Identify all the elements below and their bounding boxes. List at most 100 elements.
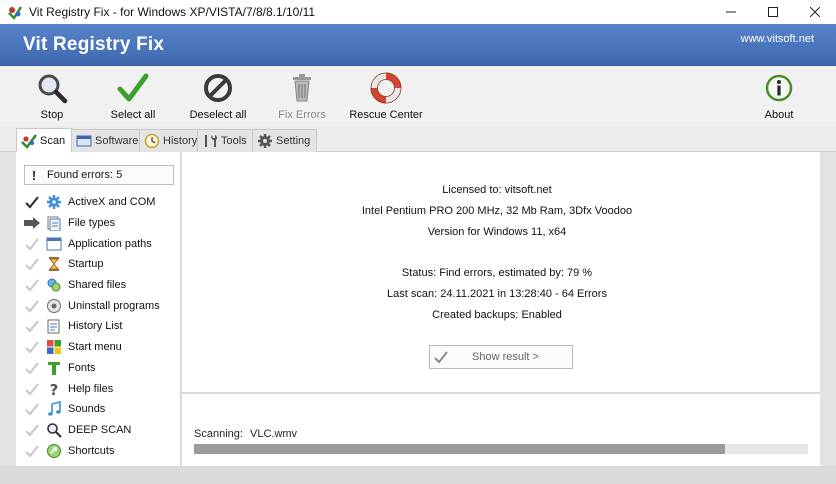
tab-history-label: History — [163, 135, 198, 147]
category-label: Uninstall programs — [68, 299, 160, 312]
deselect-all-label: Deselect all — [189, 109, 247, 121]
category-item[interactable]: Uninstall programs — [24, 295, 181, 316]
backups-text: Created backups: Enabled — [432, 309, 562, 321]
select-all-label: Select all — [110, 109, 156, 121]
category-item[interactable]: Start menu — [24, 337, 181, 358]
tab-history[interactable]: History — [139, 129, 205, 152]
trash-icon — [286, 72, 318, 104]
found-errors-label: Found errors: 5 — [47, 169, 123, 181]
version-text: Version for Windows 11, x64 — [427, 226, 567, 238]
scanning-status: Scanning: VLC.wmv — [194, 428, 297, 440]
category-label: Start menu — [68, 341, 122, 354]
stop-button[interactable]: Stop — [12, 72, 92, 124]
no-entry-icon — [202, 72, 234, 104]
scan-categories-panel: ! Found errors: 5 ActiveX and COM File ty… — [16, 152, 181, 466]
category-label: History List — [68, 320, 123, 333]
uninstall-icon — [46, 298, 62, 314]
category-item[interactable]: Shared files — [24, 275, 181, 296]
checkmark-icon — [24, 402, 40, 416]
checkmark-icon — [24, 319, 40, 334]
tab-bar: Scan Software History Tools Setting — [0, 126, 836, 152]
maximize-button[interactable] — [752, 0, 794, 24]
checkmark-icon — [24, 299, 40, 313]
status-bar — [0, 466, 836, 484]
tab-setting[interactable]: Setting — [252, 129, 318, 152]
category-label: Shared files — [68, 279, 127, 292]
category-label: DEEP SCAN — [68, 423, 132, 436]
minimize-button[interactable] — [710, 0, 752, 24]
tab-tools-label: Tools — [221, 135, 247, 147]
category-item[interactable]: Startup — [24, 254, 181, 275]
checkmark-icon — [24, 382, 40, 396]
progress-bar — [194, 444, 808, 454]
select-all-button[interactable]: Select all — [93, 72, 173, 124]
app-name: Vit Registry Fix — [23, 34, 165, 55]
stop-label: Stop — [40, 109, 64, 121]
category-label: Shortcuts — [68, 444, 115, 457]
info-icon — [763, 72, 795, 104]
toolbar: Stop Select all Deselect all Fix Errors … — [0, 66, 836, 126]
arrow-right-icon — [24, 217, 40, 230]
rescue-center-label: Rescue Center — [349, 109, 423, 121]
rescue-center-button[interactable]: Rescue Center — [346, 72, 426, 124]
gear-icon — [257, 133, 273, 149]
title-bar: Vit Registry Fix - for Windows XP/VISTA/… — [0, 0, 836, 24]
category-item[interactable]: ActiveX and COM — [24, 192, 181, 213]
checkmark-icon — [24, 237, 40, 251]
category-item[interactable]: Sounds — [24, 399, 181, 420]
hardware-text: Intel Pentium PRO 200 MHz, 32 Mb Ram, 3D… — [361, 205, 633, 217]
scanning-file: VLC.wmv — [250, 428, 298, 440]
question-icon: ? — [46, 381, 62, 397]
last-scan-text: Last scan: 24.11.2021 in 13:28:40 - 64 E… — [387, 288, 607, 300]
magnifier-icon — [46, 422, 62, 438]
software-tab-icon — [76, 133, 92, 149]
checkmark-icon — [434, 350, 450, 364]
deselect-all-button[interactable]: Deselect all — [178, 72, 258, 124]
tab-software-label: Software — [95, 135, 139, 147]
window-icon — [46, 236, 62, 252]
checkmark-icon — [24, 340, 40, 354]
show-result-button[interactable]: Show result > — [429, 345, 573, 369]
category-label: Help files — [68, 382, 114, 395]
tab-scan-label: Scan — [40, 134, 66, 147]
shortcut-icon — [46, 443, 62, 459]
tab-tools[interactable]: Tools — [197, 129, 254, 152]
category-item[interactable]: Application paths — [24, 233, 181, 254]
checkmark-icon — [24, 361, 40, 375]
close-button[interactable] — [794, 0, 836, 24]
font-icon — [46, 360, 62, 376]
checkmark-icon — [24, 257, 40, 272]
tab-scan[interactable]: Scan — [16, 128, 73, 152]
clock-icon — [144, 133, 160, 149]
checkmark-icon — [24, 278, 40, 292]
category-label: Fonts — [68, 361, 96, 374]
category-label: ActiveX and COM — [68, 196, 156, 209]
svg-text:?: ? — [50, 381, 59, 397]
fix-errors-label: Fix Errors — [278, 109, 326, 121]
checkmark-icon — [24, 195, 40, 209]
scan-info-panel: Licensed to: vitsoft.net Intel Pentium P… — [182, 152, 820, 393]
category-item[interactable]: History List — [24, 316, 181, 337]
hourglass-icon — [46, 256, 62, 272]
found-errors-box: ! Found errors: 5 — [24, 165, 174, 185]
website-link[interactable]: www.vitsoft.net — [741, 33, 814, 45]
exclamation-icon: ! — [31, 167, 37, 183]
category-item[interactable]: ? Help files — [24, 378, 181, 399]
category-label: File types — [68, 217, 116, 230]
category-item[interactable]: DEEP SCAN — [24, 420, 181, 441]
checkmark-icon — [24, 423, 40, 437]
fix-errors-button[interactable]: Fix Errors — [262, 72, 342, 124]
window-controls — [710, 0, 836, 24]
about-button[interactable]: About — [739, 72, 819, 124]
app-icon — [7, 4, 23, 20]
history-list-icon — [46, 318, 62, 334]
window-title: Vit Registry Fix - for Windows XP/VISTA/… — [29, 5, 316, 19]
show-result-label: Show result > — [472, 351, 539, 363]
category-item[interactable]: Shortcuts — [24, 440, 181, 461]
category-item[interactable]: Fonts — [24, 358, 181, 379]
about-label: About — [764, 109, 794, 121]
category-item[interactable]: File types — [24, 213, 181, 234]
gear-icon — [46, 194, 62, 210]
tab-software[interactable]: Software — [71, 129, 146, 152]
tab-setting-label: Setting — [276, 135, 311, 147]
